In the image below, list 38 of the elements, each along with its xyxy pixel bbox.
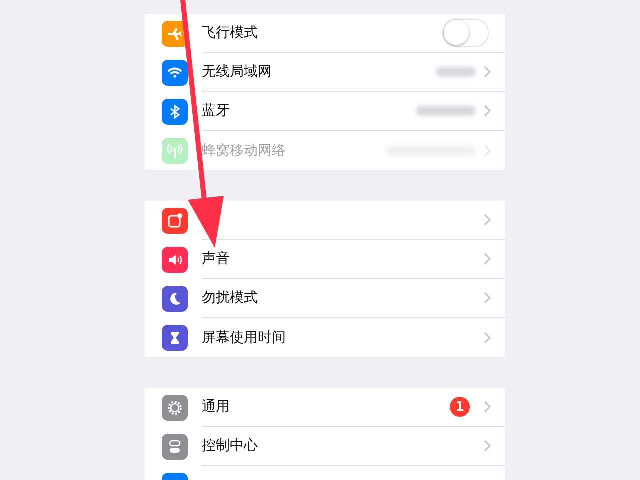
settings-row[interactable]: 勿扰模式 [145,279,505,318]
settings-row[interactable]: 飞行模式 [145,14,505,53]
blurred-value [436,67,476,77]
toggle-switch[interactable] [443,19,489,47]
chevron-icon [484,440,491,452]
bluetooth-icon [162,98,188,124]
wifi-icon [162,60,188,86]
switches-icon [162,434,188,460]
row-label: 蓝牙 [202,102,231,120]
moon-icon [162,286,188,312]
row-label: 无线局域网 [202,63,273,81]
chevron-icon [484,66,491,78]
row-label: 控制中心 [202,437,259,455]
row-label: 通用 [202,398,231,416]
row-label: 飞行模式 [202,24,259,42]
chevron-icon [484,292,491,304]
settings-row[interactable]: 控制中心 [145,427,505,466]
hourglass-icon [162,324,188,350]
notification-badge: 1 [450,397,470,417]
gear-icon [162,394,188,420]
notification-icon [162,208,188,234]
chevron-icon [484,332,491,344]
speaker-icon [162,246,188,272]
row-label: 屏幕使用时间 [202,328,287,346]
row-label: 声音 [202,250,231,268]
chevron-icon [484,214,491,226]
chevron-icon [484,401,491,413]
row-label: 勿扰模式 [202,289,259,307]
chevron-icon [484,105,491,117]
row-label: 蜂窝移动网络 [202,142,287,160]
antenna-icon [162,138,188,164]
settings-row[interactable]: 无线局域网 [145,53,505,92]
settings-row[interactable]: 声音 [145,240,505,279]
blurred-value [416,106,476,116]
settings-row[interactable]: 蓝牙 [145,92,505,131]
settings-row[interactable]: 通用 1 [145,388,505,427]
settings-row[interactable]: 屏幕使用时间 [145,318,505,357]
chevron-icon [484,253,491,265]
